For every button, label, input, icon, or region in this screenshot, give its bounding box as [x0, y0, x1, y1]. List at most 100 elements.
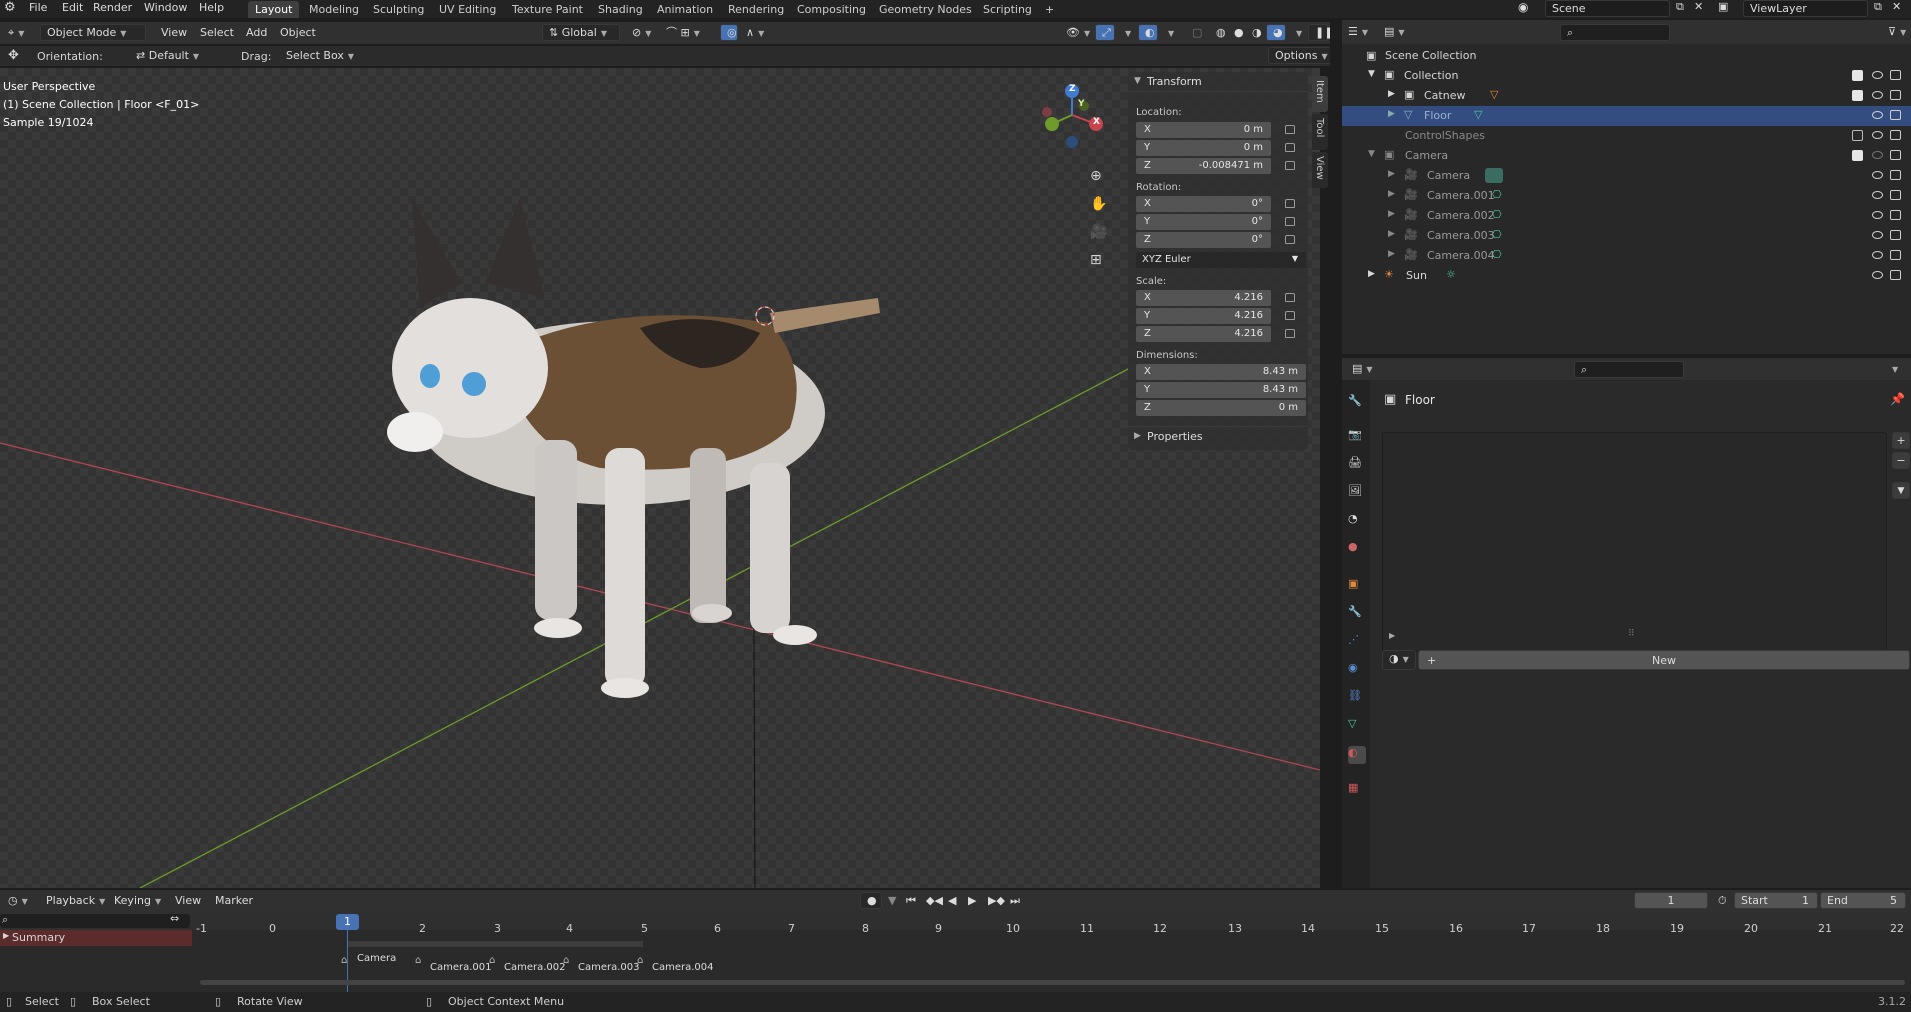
drag-selector[interactable]: Select Box ▼	[280, 48, 360, 65]
filter-icon[interactable]: ⊽ ▼	[1882, 24, 1911, 41]
transform-panel-header[interactable]: ▼ Transform	[1128, 72, 1308, 92]
material-slot-list[interactable]: ▶ ⠿	[1382, 432, 1887, 652]
chevron-right-icon[interactable]: ▶	[1388, 89, 1395, 99]
camera-render-icon[interactable]	[1890, 210, 1901, 220]
scale-y-field[interactable]: Y 4.216	[1136, 308, 1271, 324]
exclude-checkbox[interactable]	[1852, 90, 1863, 101]
tab-item[interactable]: Item	[1312, 76, 1328, 112]
overlay-options-icon[interactable]: ▼	[1158, 25, 1180, 42]
select-menu[interactable]: Select	[194, 25, 240, 42]
scene-properties-icon[interactable]: ◔	[1348, 512, 1366, 530]
lock-icon[interactable]	[1285, 235, 1295, 244]
rotation-x-field[interactable]: X 0°	[1136, 196, 1271, 212]
options-button[interactable]: Options ▼	[1268, 47, 1332, 64]
eye-closed-icon[interactable]	[1872, 151, 1883, 159]
chevron-right-icon[interactable]: ▶	[1389, 631, 1395, 640]
outliner-row-camera-004[interactable]: ▶ 🎥 Camera.004 ⎔	[1342, 246, 1911, 266]
mesh-data-properties-icon[interactable]: ▽	[1348, 717, 1366, 735]
swap-icon[interactable]: ⇔	[170, 912, 179, 925]
tab-rendering[interactable]: Rendering	[721, 1, 791, 18]
material-properties-icon[interactable]: ◐	[1348, 746, 1366, 764]
tab-geometry-nodes[interactable]: Geometry Nodes	[872, 1, 979, 18]
keying-menu[interactable]: Keying ▼	[108, 893, 167, 910]
rotation-mode-selector[interactable]: XYZ Euler ▼	[1136, 252, 1306, 268]
tab-sculpting[interactable]: Sculpting	[366, 1, 431, 18]
rotation-z-field[interactable]: Z 0°	[1136, 232, 1271, 248]
viewlayer-selector[interactable]: ViewLayer	[1743, 0, 1868, 17]
start-frame-field[interactable]: Start 1	[1734, 892, 1818, 909]
lock-icon[interactable]	[1285, 199, 1295, 208]
chevron-right-icon[interactable]: ▶	[1388, 249, 1395, 259]
texture-properties-icon[interactable]: ▦	[1348, 781, 1366, 799]
ortho-grid-icon[interactable]: ⊞	[1090, 252, 1102, 268]
timeline-view-menu[interactable]: View	[169, 893, 207, 910]
stopwatch-icon[interactable]: ⏱	[1712, 893, 1733, 910]
3d-viewport[interactable]: User Perspective (1) Scene Collection | …	[0, 68, 1320, 888]
properties-options-icon[interactable]: ▼	[1882, 361, 1904, 378]
editor-type-icon[interactable]: ⌖ ▼	[2, 25, 30, 42]
output-properties-icon[interactable]: 🖨	[1348, 456, 1366, 474]
scene-icon[interactable]: ◉	[1518, 0, 1528, 14]
overlay-toggle-icon[interactable]: ◐	[1138, 24, 1158, 41]
physics-properties-icon[interactable]: ◉	[1348, 661, 1366, 679]
marker-label[interactable]: Camera.003	[578, 962, 640, 973]
transform-orientation-selector[interactable]: ⇅ Global ▼	[542, 24, 620, 41]
snap-icon[interactable]: ⌒ ⊞ ▼	[660, 25, 706, 42]
outliner-row-catnew[interactable]: ▶ ▣ Catnew ▽	[1342, 86, 1911, 106]
new-material-button[interactable]: + New	[1418, 650, 1910, 670]
camera-render-icon[interactable]	[1890, 230, 1901, 240]
outliner-row-controlshapes[interactable]: ControlShapes	[1342, 126, 1911, 146]
record-keyframe-icon[interactable]: ●	[860, 892, 882, 909]
eye-icon[interactable]	[1872, 211, 1883, 219]
menu-file[interactable]: File	[29, 1, 47, 14]
marker-menu[interactable]: Marker	[209, 893, 259, 910]
eye-icon[interactable]	[1872, 171, 1883, 179]
playback-menu[interactable]: Playback ▼	[40, 893, 111, 910]
outliner-row-sun[interactable]: ▶ ☀ Sun ☼	[1342, 266, 1911, 286]
rendered-shading-icon[interactable]: ◕	[1266, 24, 1286, 41]
eye-icon[interactable]	[1872, 271, 1883, 279]
object-properties-icon[interactable]: ▣	[1348, 577, 1366, 595]
delete-scene-icon[interactable]: ✕	[1694, 0, 1703, 13]
pin-icon[interactable]: 📌	[1890, 392, 1905, 406]
lock-icon[interactable]	[1285, 293, 1295, 302]
outliner-search-input[interactable]: ⌕	[1560, 24, 1670, 41]
marker-icon[interactable]: ⌂	[637, 955, 643, 966]
new-viewlayer-icon[interactable]: ⧉	[1874, 0, 1882, 14]
camera-render-icon[interactable]	[1890, 90, 1901, 100]
camera-render-icon[interactable]	[1890, 110, 1901, 120]
exclude-checkbox[interactable]	[1852, 70, 1863, 81]
outliner-row-floor[interactable]: ▶ ▽ Floor ▽	[1342, 106, 1911, 126]
frame-ruler[interactable]	[0, 912, 1911, 930]
tab-tool[interactable]: Tool	[1312, 114, 1328, 150]
viewlayer-icon[interactable]: ▣	[1718, 0, 1728, 13]
lock-icon[interactable]	[1285, 311, 1295, 320]
view-menu[interactable]: View	[155, 25, 193, 42]
marker-label[interactable]: Camera.002	[504, 962, 566, 973]
eye-icon[interactable]	[1872, 71, 1883, 79]
chevron-right-icon[interactable]: ▶	[1388, 189, 1395, 199]
lock-icon[interactable]	[1285, 329, 1295, 338]
falloff-icon[interactable]: ∧ ▼	[740, 25, 770, 42]
summary-channel[interactable]: ▶ Summary	[0, 930, 192, 946]
new-scene-icon[interactable]: ⧉	[1676, 0, 1684, 14]
camera-render-icon[interactable]	[1890, 170, 1901, 180]
menu-window[interactable]: Window	[144, 1, 187, 14]
lock-icon[interactable]	[1285, 143, 1295, 152]
particles-properties-icon[interactable]: ⋰	[1348, 633, 1366, 651]
menu-edit[interactable]: Edit	[62, 1, 83, 14]
current-frame-field[interactable]: 1	[1634, 892, 1708, 909]
dimensions-z-field[interactable]: Z 0 m	[1136, 400, 1306, 416]
tab-scripting[interactable]: Scripting	[976, 1, 1039, 18]
view-layer-properties-icon[interactable]: 🖼	[1348, 484, 1366, 502]
material-shading-icon[interactable]: ◑	[1246, 25, 1268, 42]
area-divider[interactable]	[1330, 18, 1342, 890]
shading-options-icon[interactable]: ▼	[1286, 25, 1308, 42]
marker-icon[interactable]: ⌂	[563, 955, 569, 966]
chevron-right-icon[interactable]: ▶	[1368, 269, 1375, 279]
scale-z-field[interactable]: Z 4.216	[1136, 326, 1271, 342]
add-material-slot-button[interactable]: +	[1892, 432, 1910, 449]
tab-layout[interactable]: Layout	[248, 1, 300, 18]
eye-icon[interactable]	[1872, 231, 1883, 239]
chevron-down-icon[interactable]: ▼	[1368, 149, 1375, 159]
